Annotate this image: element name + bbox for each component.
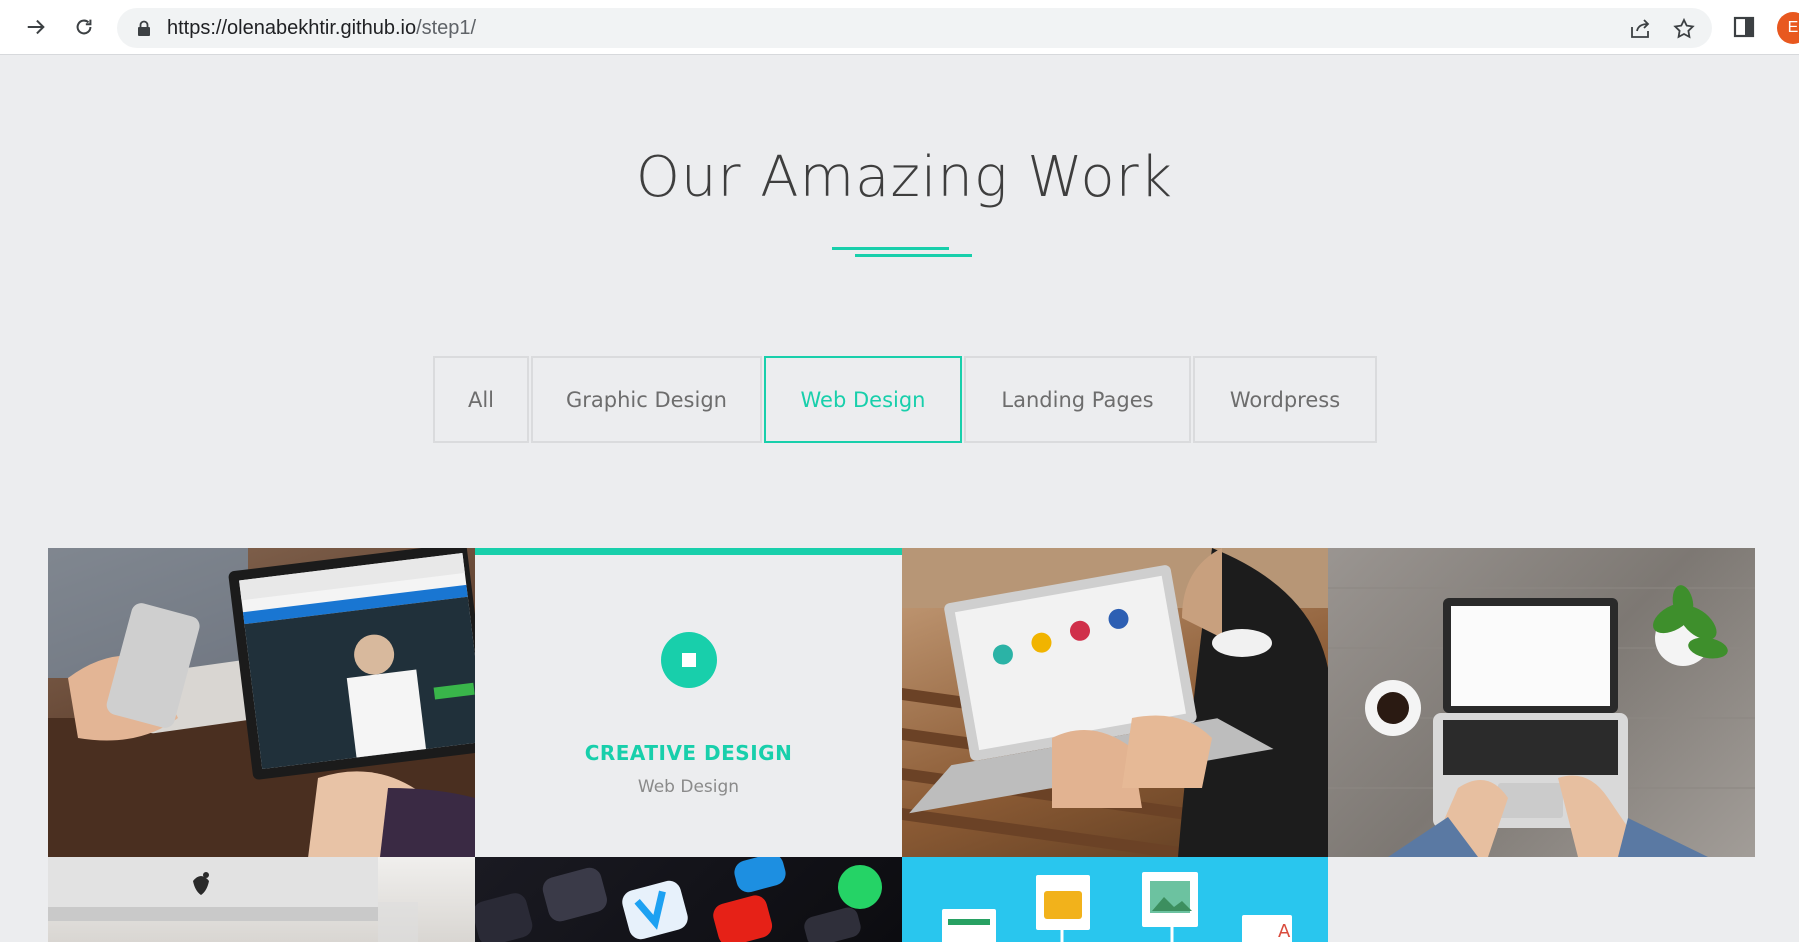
tab-wordpress[interactable]: Wordpress	[1193, 356, 1377, 443]
address-bar[interactable]: https://olenabekhtir.github.io/step1/	[117, 8, 1712, 48]
gallery-item-laptop-wooden-table[interactable]	[902, 548, 1328, 857]
profile-avatar[interactable]: E	[1777, 12, 1799, 44]
imac-photo	[48, 857, 418, 942]
filter-tabs: All Graphic Design Web Design Landing Pa…	[433, 356, 1379, 443]
laptop-wooden-table-photo	[902, 548, 1328, 857]
lock-icon	[138, 20, 150, 36]
share-icon[interactable]	[1628, 17, 1652, 41]
work-gallery: CREATIVE DESIGN Web Design A	[48, 548, 1758, 942]
gallery-item-laptop-topdown[interactable]	[1328, 548, 1755, 857]
laptop-website-photo	[48, 548, 475, 857]
forward-arrow-icon	[27, 19, 45, 35]
section-title: Our Amazing Work	[635, 145, 1174, 210]
gallery-item-file-icons[interactable]: A	[902, 857, 1328, 942]
creative-design-category: Web Design	[637, 777, 740, 797]
url-path: /step1/	[416, 17, 477, 39]
app-icons-photo	[475, 857, 882, 942]
creative-design-title: CREATIVE DESIGN	[584, 741, 793, 765]
tab-graphic-design[interactable]: Graphic Design	[531, 356, 762, 443]
tab-all[interactable]: All	[433, 356, 529, 443]
title-underline-top	[832, 247, 949, 250]
url-text: https://olenabekhtir.github.io/step1/	[167, 17, 476, 40]
reload-icon	[76, 19, 92, 35]
forward-button[interactable]	[19, 10, 53, 44]
browser-toolbar: https://olenabekhtir.github.io/step1/ E	[0, 0, 1799, 55]
reload-button[interactable]	[67, 10, 101, 44]
file-icons-illustration: A	[942, 872, 1292, 942]
gallery-item-app-icons[interactable]	[475, 857, 902, 942]
tab-landing-pages[interactable]: Landing Pages	[964, 356, 1191, 443]
laptop-topdown-photo	[1328, 585, 1755, 857]
svg-text:A: A	[1278, 921, 1291, 942]
side-panel-icon[interactable]	[1733, 16, 1755, 38]
gallery-item-imac[interactable]	[48, 857, 475, 942]
bookmark-star-icon[interactable]	[1672, 17, 1696, 41]
title-underline-bottom	[855, 254, 972, 257]
gallery-item-laptop-website[interactable]	[48, 548, 475, 857]
creative-design-icon	[661, 632, 717, 688]
url-host: https://olenabekhtir.github.io	[167, 17, 417, 39]
tab-web-design[interactable]: Web Design	[764, 356, 962, 443]
gallery-item-creative-design[interactable]: CREATIVE DESIGN Web Design	[475, 548, 902, 857]
